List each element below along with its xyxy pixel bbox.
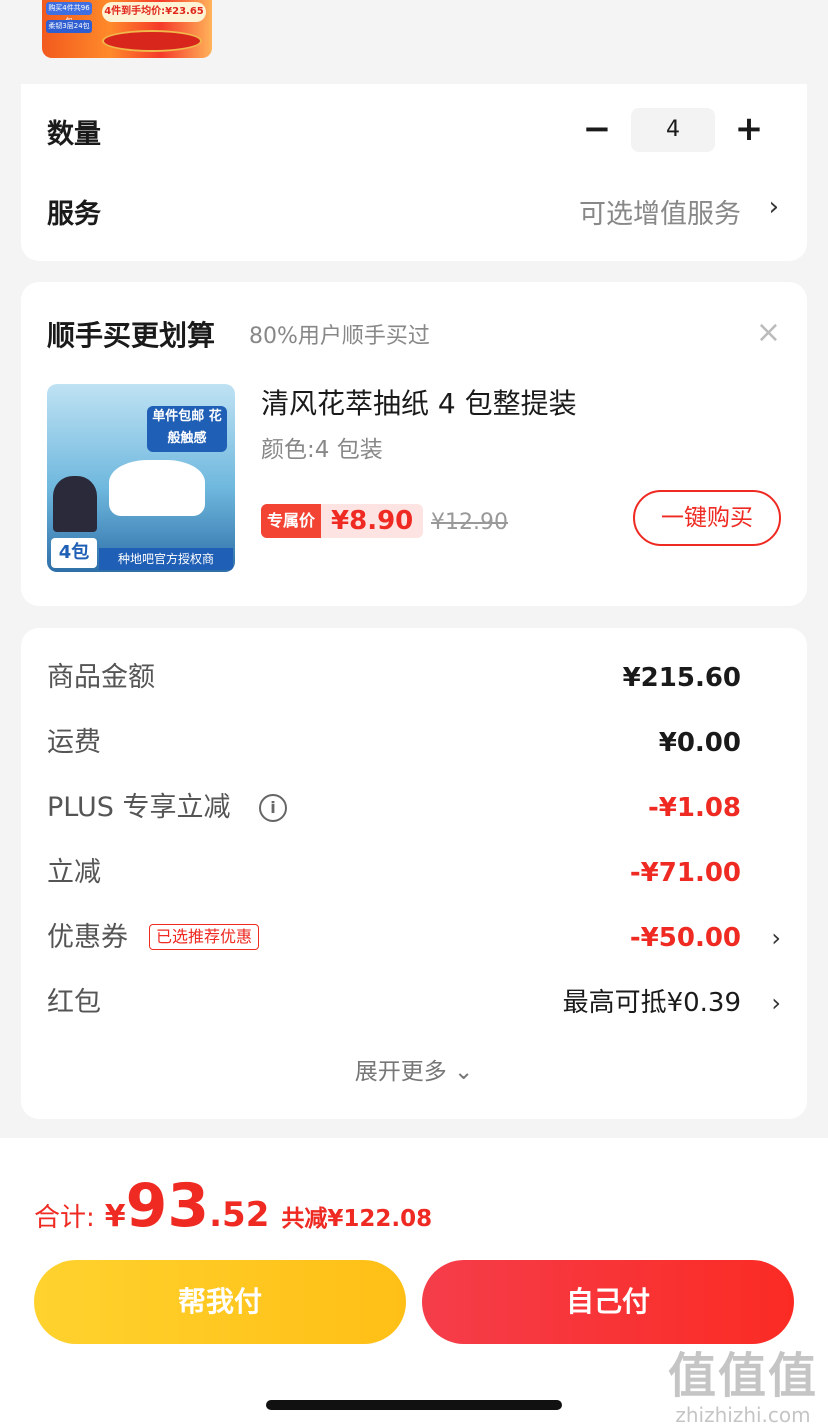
total-decimal: .52 (209, 1195, 270, 1235)
total-currency: ¥ (104, 1199, 126, 1234)
info-icon[interactable]: i (259, 794, 287, 822)
chevron-right-icon[interactable]: › (769, 192, 779, 222)
top-strip: 购买4件共96包 柔韧3层24包 4件到手均价:¥23.65 (0, 0, 828, 84)
price-row-label: 立减 (47, 857, 101, 888)
price-row-value: ¥0.00 (658, 728, 741, 758)
price-row-shipping: 运费 ¥0.00 (47, 723, 781, 763)
total-amount: 合计: ¥ 93 .52 共减¥122.08 (34, 1176, 432, 1236)
price-row-value: -¥50.00 (629, 923, 741, 953)
addon-title: 顺手买更划算 (47, 319, 216, 352)
price-row-label: 运费 (47, 727, 101, 758)
price-row-coupon[interactable]: 优惠券 已选推荐优惠 -¥50.00 › (47, 918, 781, 958)
addon-product-spec: 颜色:4 包装 (261, 437, 383, 463)
price-row-discount: 立减 -¥71.00 (47, 853, 781, 893)
price-row-plus: PLUS 专享立减 i -¥1.08 (47, 788, 781, 828)
image-badge: 单件包邮 花般触感 (147, 406, 227, 452)
chevron-right-icon[interactable]: › (771, 918, 781, 958)
price-row-value: -¥71.00 (629, 858, 741, 888)
price-row-value: -¥1.08 (647, 793, 741, 823)
minus-button[interactable]: − (575, 108, 619, 152)
quantity-label: 数量 (47, 119, 101, 150)
thumb-tag: 柔韧3层24包 (46, 20, 92, 33)
thumb-decoration (102, 30, 202, 52)
thumb-tag: 购买4件共96包 (46, 2, 92, 25)
person-illustration (53, 476, 97, 532)
pay-myself-button[interactable]: 自己付 (422, 1260, 794, 1344)
quantity-card: 数量 − 4 + 服务 可选增值服务 › (21, 84, 807, 261)
total-label: 合计: (34, 1203, 95, 1233)
service-option-link[interactable]: 可选增值服务 (579, 192, 741, 231)
product-thumbnail[interactable]: 购买4件共96包 柔韧3层24包 4件到手均价:¥23.65 (42, 0, 212, 58)
one-click-buy-button[interactable]: 一键购买 (633, 490, 781, 546)
total-saved: 共减¥122.08 (281, 1206, 433, 1232)
thumb-promo: 4件到手均价:¥23.65 (102, 2, 206, 22)
watermark-url: zhizhizhi.com (675, 1403, 811, 1427)
price-row-redpacket[interactable]: 红包 最高可抵¥0.39 › (47, 983, 781, 1023)
addon-product-image[interactable]: 单件包邮 花般触感 4包 种地吧官方授权商 (47, 384, 235, 572)
image-count: 4包 (51, 538, 97, 568)
addon-card: 顺手买更划算 80%用户顺手买过 × 单件包邮 花般触感 4包 种地吧官方授权商… (21, 282, 807, 606)
exclusive-price-label: 专属价 (261, 504, 322, 538)
price-row-value: 最高可抵¥0.39 (562, 988, 741, 1018)
service-label: 服务 (47, 199, 101, 230)
price-row-goods: 商品金额 ¥215.60 (47, 658, 781, 698)
quantity-input[interactable]: 4 (631, 108, 715, 152)
coupon-tag: 已选推荐优惠 (149, 924, 260, 950)
addon-subtitle: 80%用户顺手买过 (249, 324, 430, 349)
plus-button[interactable]: + (727, 108, 771, 152)
price-row-value: ¥215.60 (622, 663, 741, 693)
quantity-stepper: − 4 + (575, 108, 771, 152)
price-detail-card: 商品金额 ¥215.60 运费 ¥0.00 PLUS 专享立减 i -¥1.08… (21, 628, 807, 1119)
checkout-bar: 合计: ¥ 93 .52 共减¥122.08 帮我付 自己付 值值值 zhizh… (0, 1138, 828, 1428)
addon-product-name[interactable]: 清风花萃抽纸 4 包整提装 (261, 382, 577, 422)
expand-more-button[interactable]: 展开更多 ⌄ (21, 1052, 807, 1086)
help-me-pay-button[interactable]: 帮我付 (34, 1260, 406, 1344)
total-integer: 93 (125, 1171, 210, 1241)
close-icon[interactable]: × (756, 318, 781, 348)
watermark: 值值值 zhizhizhi.com (668, 1348, 818, 1426)
watermark-logo: 值值值 (667, 1348, 818, 1404)
chevron-right-icon[interactable]: › (771, 983, 781, 1023)
home-indicator[interactable] (266, 1400, 562, 1410)
price-row-label: 商品金额 (47, 662, 155, 693)
exclusive-price-chip: 专属价 ¥8.90 (261, 504, 424, 538)
price-row-label: PLUS 专享立减 (47, 792, 231, 823)
price-row-label: 红包 (47, 987, 101, 1018)
tissue-illustration (109, 460, 205, 516)
image-auth: 种地吧官方授权商 (99, 548, 233, 570)
original-price: ¥12.90 (431, 510, 508, 535)
price-row-label: 优惠券 (47, 922, 128, 953)
exclusive-price: ¥8.90 (331, 506, 414, 536)
